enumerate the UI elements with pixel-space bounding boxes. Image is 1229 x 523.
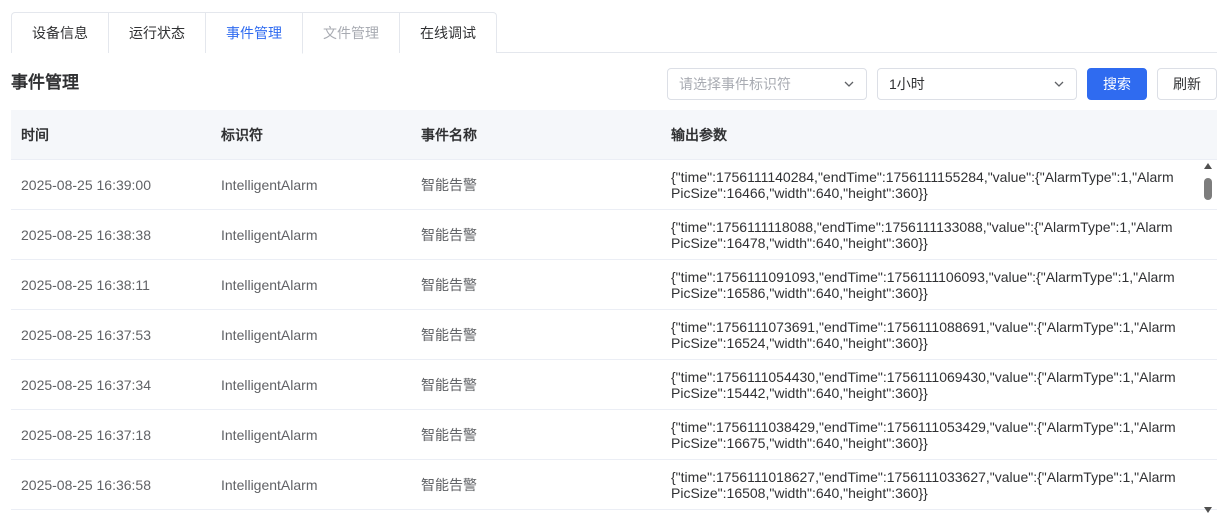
cell-identifier: IntelligentAlarm: [221, 426, 318, 443]
cell-identifier: IntelligentAlarm: [221, 276, 318, 293]
chevron-down-icon: [1053, 78, 1065, 90]
tab-device-info[interactable]: 设备信息: [11, 12, 109, 53]
cell-time: 2025-08-25 16:39:00: [21, 176, 151, 193]
event-identifier-placeholder: 请选择事件标识符: [679, 76, 791, 92]
cell-event-name: 智能告警: [421, 276, 477, 293]
cell-identifier: IntelligentAlarm: [221, 176, 318, 193]
table-header: 时间 标识符 事件名称 输出参数: [11, 110, 1217, 160]
table-row: 2025-08-25 16:38:38 IntelligentAlarm 智能告…: [11, 210, 1217, 260]
table-row: 2025-08-25 16:37:34 IntelligentAlarm 智能告…: [11, 360, 1217, 410]
cell-identifier: IntelligentAlarm: [221, 376, 318, 393]
table-row: 2025-08-25 16:39:00 IntelligentAlarm 智能告…: [11, 160, 1217, 210]
search-button[interactable]: 搜索: [1087, 68, 1147, 100]
tab-file-management: 文件管理: [303, 12, 400, 53]
cell-output-params: {"time":1756111118088,"endTime":17561111…: [671, 218, 1173, 251]
tab-running-status[interactable]: 运行状态: [109, 12, 206, 53]
table-body: 2025-08-25 16:39:00 IntelligentAlarm 智能告…: [11, 160, 1217, 510]
cell-time: 2025-08-25 16:37:34: [21, 376, 151, 393]
column-header-identifier: 标识符: [221, 126, 263, 143]
cell-output-params: {"time":1756111073691,"endTime":17561110…: [671, 318, 1176, 351]
tab-bar: 设备信息 运行状态 事件管理 文件管理 在线调试: [11, 12, 1217, 54]
chevron-down-icon: [843, 78, 855, 90]
table-row: 2025-08-25 16:38:11 IntelligentAlarm 智能告…: [11, 260, 1217, 310]
cell-output-params: {"time":1756111054430,"endTime":17561110…: [671, 368, 1176, 401]
cell-time: 2025-08-25 16:38:38: [21, 226, 151, 243]
tab-event-management[interactable]: 事件管理: [206, 12, 303, 54]
tab-online-debug[interactable]: 在线调试: [400, 12, 497, 53]
cell-time: 2025-08-25 16:36:58: [21, 476, 151, 493]
table-scrollbar[interactable]: [1202, 163, 1214, 513]
table-row: 2025-08-25 16:37:18 IntelligentAlarm 智能告…: [11, 410, 1217, 460]
cell-event-name: 智能告警: [421, 476, 477, 493]
cell-event-name: 智能告警: [421, 376, 477, 393]
cell-output-params: {"time":1756111038429,"endTime":17561110…: [671, 418, 1176, 451]
scroll-up-arrow-icon[interactable]: [1204, 163, 1212, 169]
scrollbar-thumb[interactable]: [1204, 178, 1212, 200]
column-header-time: 时间: [21, 126, 49, 143]
table-row: 2025-08-25 16:37:53 IntelligentAlarm 智能告…: [11, 310, 1217, 360]
section-title: 事件管理: [11, 73, 79, 92]
time-range-select[interactable]: 1小时: [877, 68, 1077, 100]
tab-strip: 设备信息 运行状态 事件管理 文件管理 在线调试: [11, 12, 1217, 54]
column-header-output-params: 输出参数: [671, 126, 727, 143]
cell-output-params: {"time":1756111018627,"endTime":17561110…: [671, 468, 1176, 501]
cell-identifier: IntelligentAlarm: [221, 326, 318, 343]
cell-time: 2025-08-25 16:38:11: [21, 276, 150, 293]
refresh-button[interactable]: 刷新: [1157, 68, 1217, 100]
cell-output-params: {"time":1756111091093,"endTime":17561111…: [671, 268, 1175, 301]
events-table: 时间 标识符 事件名称 输出参数 2025-08-25 16:39:00 Int…: [11, 110, 1217, 523]
cell-time: 2025-08-25 16:37:53: [21, 326, 151, 343]
cell-identifier: IntelligentAlarm: [221, 226, 318, 243]
cell-event-name: 智能告警: [421, 226, 477, 243]
cell-event-name: 智能告警: [421, 426, 477, 443]
cell-event-name: 智能告警: [421, 326, 477, 343]
cell-output-params: {"time":1756111140284,"endTime":17561111…: [671, 168, 1174, 201]
cell-identifier: IntelligentAlarm: [221, 476, 318, 493]
column-header-event-name: 事件名称: [421, 126, 477, 143]
cell-event-name: 智能告警: [421, 176, 477, 193]
table-row: 2025-08-25 16:36:58 IntelligentAlarm 智能告…: [11, 460, 1217, 510]
scroll-down-arrow-icon[interactable]: [1204, 507, 1212, 513]
event-identifier-select[interactable]: 请选择事件标识符: [667, 68, 867, 100]
cell-time: 2025-08-25 16:37:18: [21, 426, 151, 443]
time-range-value: 1小时: [889, 76, 925, 92]
